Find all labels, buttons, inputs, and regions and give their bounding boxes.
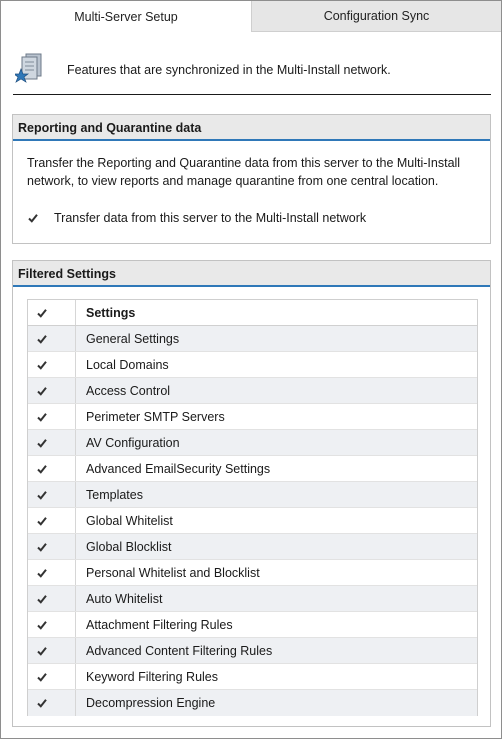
row-checkbox[interactable] [36,359,48,371]
row-checkbox-cell [28,612,76,637]
row-label: Decompression Engine [86,696,216,710]
table-row[interactable]: Decompression Engine [28,690,477,716]
transfer-data-option[interactable]: Transfer data from this server to the Mu… [27,210,366,226]
header-divider [13,94,491,95]
table-row[interactable]: Global Whitelist [28,508,477,534]
column-header-settings: Settings [86,305,136,320]
row-checkbox-cell [28,482,76,507]
row-checkbox[interactable] [36,619,48,631]
row-checkbox-cell [28,664,76,689]
row-checkbox-cell [28,404,76,429]
settings-table: Settings General Settings Local Domains Ac… [27,299,478,716]
row-checkbox[interactable] [36,333,48,345]
table-row[interactable]: Local Domains [28,352,477,378]
row-checkbox-cell [28,560,76,585]
row-label: Perimeter SMTP Servers [86,409,225,424]
row-label: Keyword Filtering Rules [86,669,218,684]
header-description: Features that are synchronized in the Mu… [67,63,391,77]
multi-server-window: Multi-Server Setup Configuration Sync Fe… [0,0,502,739]
row-checkbox-cell [28,326,76,351]
table-row[interactable]: Personal Whitelist and Blocklist [28,560,477,586]
table-row[interactable]: Advanced Content Filtering Rules [28,638,477,664]
row-label: Global Whitelist [86,513,173,528]
row-checkbox-cell [28,690,76,716]
select-all-cell [28,300,76,325]
table-row[interactable]: Access Control [28,378,477,404]
row-label: AV Configuration [86,435,180,450]
table-row[interactable]: Global Blocklist [28,534,477,560]
row-checkbox[interactable] [36,671,48,683]
page-header: Features that are synchronized in the Mu… [12,51,491,89]
row-checkbox[interactable] [36,489,48,501]
row-checkbox-cell [28,508,76,533]
tab-label: Multi-Server Setup [74,9,178,24]
table-row[interactable]: Keyword Filtering Rules [28,664,477,690]
table-row[interactable]: Advanced EmailSecurity Settings [28,456,477,482]
reporting-description: Transfer the Reporting and Quarantine da… [27,156,461,188]
row-checkbox[interactable] [36,411,48,423]
table-row[interactable]: General Settings [28,326,477,352]
row-label: Auto Whitelist [86,591,163,606]
row-label: Templates [86,487,143,502]
row-checkbox-cell [28,456,76,481]
table-row[interactable]: Perimeter SMTP Servers [28,404,477,430]
tab-multi-server-setup[interactable]: Multi-Server Setup [1,1,251,32]
row-checkbox[interactable] [36,437,48,449]
tab-configuration-sync[interactable]: Configuration Sync [251,1,501,32]
row-label: General Settings [86,331,180,346]
row-label: Local Domains [86,357,169,372]
tab-label: Configuration Sync [323,9,430,23]
table-header-row: Settings [28,300,477,326]
section-title: Reporting and Quarantine data [13,115,490,141]
tab-bar: Multi-Server Setup Configuration Sync [1,1,501,32]
table-row[interactable]: Auto Whitelist [28,586,477,612]
transfer-data-checkbox[interactable] [27,212,39,224]
row-label: Personal Whitelist and Blocklist [86,565,260,580]
section-title: Filtered Settings [13,261,490,287]
row-checkbox[interactable] [36,463,48,475]
row-checkbox[interactable] [36,697,48,709]
row-checkbox[interactable] [36,541,48,553]
multi-server-icon [12,53,47,83]
row-checkbox-cell [28,378,76,403]
row-checkbox-cell [28,586,76,611]
row-label: Global Blocklist [86,539,172,554]
row-checkbox[interactable] [36,385,48,397]
row-checkbox-cell [28,430,76,455]
row-label: Advanced Content Filtering Rules [86,643,273,658]
row-checkbox[interactable] [36,515,48,527]
table-row[interactable]: Attachment Filtering Rules [28,612,477,638]
row-checkbox-cell [28,638,76,663]
row-checkbox-cell [28,534,76,559]
row-checkbox[interactable] [36,593,48,605]
table-row[interactable]: AV Configuration [28,430,477,456]
row-label: Advanced EmailSecurity Settings [86,461,271,476]
select-all-checkbox[interactable] [36,307,48,319]
row-checkbox[interactable] [36,567,48,579]
table-row[interactable]: Templates [28,482,477,508]
reporting-quarantine-section: Reporting and Quarantine data Transfer t… [12,114,491,244]
row-checkbox[interactable] [36,645,48,657]
row-checkbox-cell [28,352,76,377]
row-label: Access Control [86,383,171,398]
transfer-data-label: Transfer data from this server to the Mu… [54,211,367,225]
filtered-settings-section: Filtered Settings Settings General Setti… [12,260,491,727]
row-label: Attachment Filtering Rules [86,617,233,632]
